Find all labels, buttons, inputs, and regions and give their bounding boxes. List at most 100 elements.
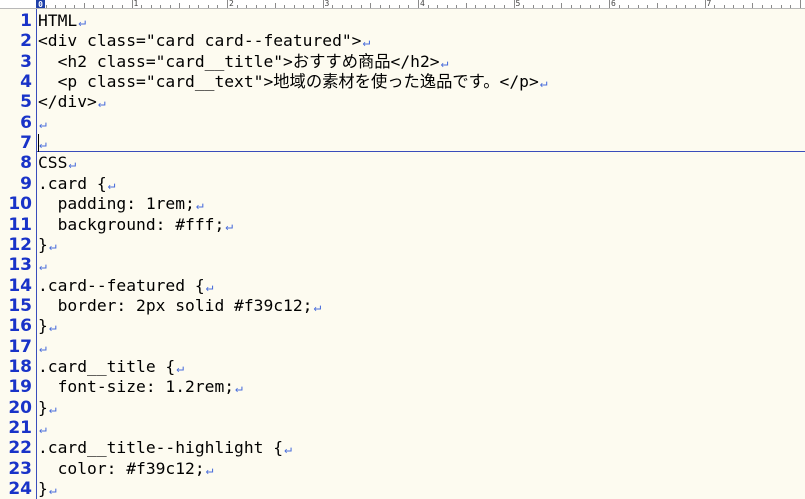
ruler-tick xyxy=(360,5,362,8)
line-number: 23 xyxy=(8,458,32,479)
ruler-tick xyxy=(589,5,591,8)
ruler-number: 1 xyxy=(133,0,139,8)
code-line-text: font-size: 1.2rem; xyxy=(38,377,235,397)
code-line[interactable]: ↵ xyxy=(38,133,47,153)
ruler-tick xyxy=(312,5,314,8)
code-line-text: .card__title--highlight { xyxy=(38,438,284,458)
code-line[interactable]: }↵ xyxy=(38,235,57,255)
ruler-tick xyxy=(456,5,458,8)
line-end-arrow-icon: ↵ xyxy=(440,55,449,71)
code-line[interactable]: .card {↵ xyxy=(38,174,115,194)
code-line-text: border: 2px solid #f39c12; xyxy=(38,295,313,315)
ruler-tick xyxy=(637,5,639,8)
ruler-tick xyxy=(207,5,209,8)
line-end-arrow-icon: ↵ xyxy=(39,116,47,132)
ruler-tick xyxy=(188,5,190,8)
line-number: 19 xyxy=(8,377,32,398)
ruler-tick xyxy=(437,5,439,8)
code-line[interactable]: }↵ xyxy=(38,398,57,418)
line-number: 5 xyxy=(20,92,32,113)
line-number: 3 xyxy=(20,51,32,72)
line-end-arrow-icon: ↵ xyxy=(225,218,234,234)
ruler-tick xyxy=(675,5,677,8)
editor-text-area[interactable]: HTML↵ <div class="card card--featured">↵ … xyxy=(38,9,805,499)
ruler-tick xyxy=(112,5,114,8)
code-line[interactable]: .card__title--highlight {↵ xyxy=(38,438,292,458)
gutter-divider xyxy=(36,9,37,499)
ruler-tick xyxy=(656,3,658,8)
ruler-tick xyxy=(303,5,305,8)
ruler-tick xyxy=(494,5,496,8)
code-line-text: .card { xyxy=(38,173,107,193)
ruler-tick xyxy=(446,5,448,8)
text-editor[interactable]: 01234567 1 2 3 4 5 6 7 8 9 10 11 12 13 14 15 16 17 18 19 20… xyxy=(0,0,805,499)
ruler-origin-mark: 0 xyxy=(36,0,45,8)
line-number: 17 xyxy=(8,336,32,357)
line-end-arrow-icon: ↵ xyxy=(78,15,87,30)
ruler-tick xyxy=(246,5,248,8)
ruler-tick xyxy=(398,5,400,8)
code-line-text: background: #fff; xyxy=(38,214,225,234)
ruler-tick xyxy=(284,5,286,8)
line-number-gutter: 1 2 3 4 5 6 7 8 9 10 11 12 13 14 15 16 17 18 19 20 21 22 23 24 xyxy=(0,9,36,499)
code-line[interactable]: background: #fff;↵ xyxy=(38,215,233,235)
ruler-tick xyxy=(484,5,486,8)
line-number: 12 xyxy=(8,234,32,255)
ruler-tick xyxy=(628,5,630,8)
ruler-tick xyxy=(561,3,563,8)
ruler-tick xyxy=(714,5,716,8)
ruler-tick xyxy=(694,5,696,8)
line-end-arrow-icon: ↵ xyxy=(39,422,47,437)
code-line-text: HTML xyxy=(38,11,78,30)
ruler-number: 5 xyxy=(515,0,521,8)
code-line[interactable]: ↵ xyxy=(38,113,47,133)
ruler-tick xyxy=(179,3,181,8)
line-number: 20 xyxy=(8,397,32,418)
code-line[interactable]: <p class="card__text">地域の素材を使った逸品です。</p>… xyxy=(38,72,548,92)
code-line[interactable]: font-size: 1.2rem;↵ xyxy=(38,377,243,397)
code-line[interactable]: CSS↵ xyxy=(38,153,76,173)
code-line-text: <div class="card card--featured"> xyxy=(38,31,362,51)
code-line[interactable]: color: #f39c12;↵ xyxy=(38,459,214,479)
code-line-text: </div> xyxy=(38,92,97,112)
code-line[interactable]: <div class="card card--featured">↵ xyxy=(38,31,370,51)
ruler-tick xyxy=(227,0,228,8)
code-line[interactable]: border: 2px solid #f39c12;↵ xyxy=(38,295,322,316)
code-line-text: padding: 1rem; xyxy=(38,194,195,214)
ruler-tick xyxy=(523,5,525,8)
ruler-tick xyxy=(55,5,57,8)
ruler-tick xyxy=(102,5,104,8)
code-line[interactable]: <h2 class="card__title">おすすめ商品</h2>↵ xyxy=(38,52,449,72)
ruler-tick xyxy=(723,5,725,8)
line-end-arrow-icon: ↵ xyxy=(205,279,214,295)
column-ruler: 0 1 2 3 4 5 6 7 xyxy=(0,0,805,9)
code-line-text: } xyxy=(38,316,48,336)
line-end-arrow-icon: ↵ xyxy=(48,238,57,254)
line-end-arrow-icon: ↵ xyxy=(39,137,47,153)
line-number: 8 xyxy=(20,153,32,174)
ruler-tick xyxy=(551,5,553,8)
ruler-tick xyxy=(475,5,477,8)
code-line[interactable]: ↵ xyxy=(38,255,47,275)
ruler-tick xyxy=(513,0,515,8)
ruler-tick xyxy=(93,5,95,8)
code-line[interactable]: ↵ xyxy=(38,418,47,438)
line-number: 11 xyxy=(8,214,32,235)
code-line[interactable]: }↵ xyxy=(38,479,57,499)
code-line[interactable]: ↵ xyxy=(38,337,47,357)
code-line[interactable]: HTML↵ xyxy=(38,11,86,31)
line-number: 24 xyxy=(8,479,32,499)
line-end-arrow-icon: ↵ xyxy=(39,259,47,275)
code-line[interactable]: }↵ xyxy=(38,316,57,336)
line-number: 4 xyxy=(20,72,32,93)
code-line[interactable]: .card__title {↵ xyxy=(38,357,184,377)
ruler-tick xyxy=(542,5,544,8)
line-number: 1 xyxy=(20,11,32,31)
ruler-tick xyxy=(418,0,419,8)
code-line[interactable]: </div>↵ xyxy=(38,92,106,112)
code-line[interactable]: .card--featured {↵ xyxy=(38,276,213,296)
ruler-tick xyxy=(599,5,601,8)
code-line-text: <p class="card__text">地域の素材を使った逸品です。</p> xyxy=(38,72,539,92)
code-line[interactable]: padding: 1rem;↵ xyxy=(38,194,204,214)
line-end-arrow-icon: ↵ xyxy=(39,340,47,356)
